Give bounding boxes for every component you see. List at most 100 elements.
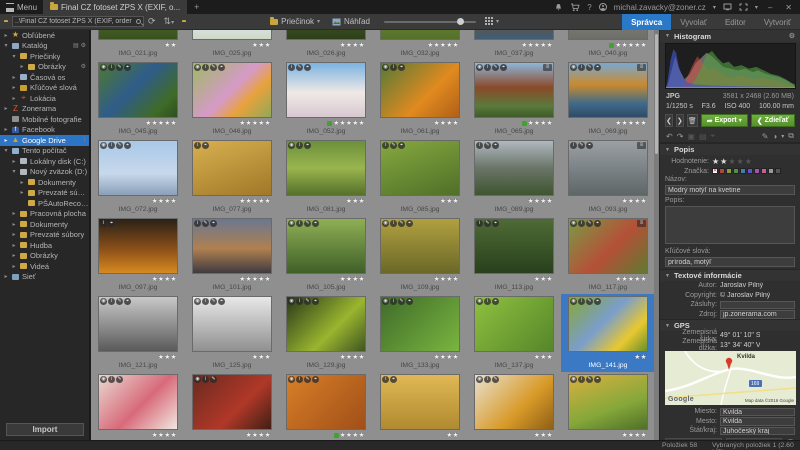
star-rating[interactable]: ★★★★★: [333, 119, 365, 127]
thumbnail-img-093-jpg[interactable]: i✎⌖≡★★★★IMG_093.jpg: [561, 138, 654, 216]
thumbnail-view-chevron-icon[interactable]: ▾: [493, 18, 502, 25]
thumbnail-img-046-jpg[interactable]: ◉i✎⌖★★★★★IMG_046.jpg: [185, 60, 279, 138]
gps-map[interactable]: Kvilda 169 Google Map data ©2016 Google: [665, 351, 796, 405]
path-bar[interactable]: [12, 16, 144, 27]
label-tool-icon[interactable]: ▤: [699, 132, 707, 141]
rating-row[interactable]: ★★★★: [474, 118, 554, 128]
rotate-right-icon[interactable]: ↷: [677, 132, 684, 141]
photo-preview[interactable]: ◉i⌖: [286, 140, 366, 196]
thumbnail-img-026-jpg[interactable]: ★★★★IMG_026.jpg: [279, 30, 373, 60]
star-rating[interactable]: ★★★★: [246, 431, 271, 439]
collapsed-arrow-icon[interactable]: ▸: [11, 231, 17, 238]
user-menu-chevron-icon[interactable]: ▾: [713, 4, 716, 11]
color-swatch[interactable]: [733, 168, 739, 174]
star-rating[interactable]: ★★★★: [434, 275, 459, 283]
rating-row[interactable]: ★★★★★: [192, 274, 272, 284]
star-rating[interactable]: ★★★★: [152, 197, 177, 205]
stack-menu-icon[interactable]: ≡: [637, 64, 646, 71]
rating-row[interactable]: ★★★★: [286, 274, 366, 284]
photo-preview[interactable]: i✎⌖≡: [568, 140, 648, 196]
adjust-chevron-icon[interactable]: ▾: [781, 133, 784, 140]
rating-row[interactable]: ★★★★: [568, 430, 648, 440]
rating-row[interactable]: ★★★: [98, 352, 178, 362]
refresh-icon[interactable]: ⟳: [144, 16, 160, 27]
thumbnail-img-109-jpg[interactable]: ◉i✎⌖★★★★IMG_109.jpg: [373, 216, 467, 294]
thumbnail-img-040-jpg[interactable]: ★★★★★IMG_040.jpg: [561, 30, 654, 60]
photo-preview[interactable]: i✎⌖: [380, 140, 460, 196]
star-rating[interactable]: ★★★★: [434, 119, 459, 127]
star-rating[interactable]: ★★: [446, 431, 459, 439]
photo-preview[interactable]: i⌖: [98, 218, 178, 274]
star-rating[interactable]: ★★★★★: [615, 41, 647, 49]
sidebar-item-nov-zv-zok-d[interactable]: ▾Nový zväzok (D:): [0, 167, 89, 178]
gear-icon[interactable]: ⚙: [789, 32, 795, 40]
thumbnail-img-045-jpg[interactable]: ◉i✎⌖★★★★★IMG_045.jpg: [91, 60, 185, 138]
rating-row[interactable]: ★★★: [286, 196, 366, 206]
quick-edit-icon[interactable]: ✎: [762, 132, 769, 141]
thumbnail-img-133-jpg[interactable]: ◉i✎⌖★★★★IMG_133.jpg: [373, 294, 467, 372]
new-tab-button[interactable]: +: [187, 2, 206, 12]
star-rating[interactable]: ★★★: [440, 197, 459, 205]
photo-preview[interactable]: i✎⌖: [286, 62, 366, 118]
sidebar-item-zonerama[interactable]: ▸ZZonerama: [0, 104, 89, 115]
rating-row[interactable]: ★★★★: [380, 118, 460, 128]
collapsed-arrow-icon[interactable]: ▸: [11, 210, 17, 217]
photo-preview[interactable]: [474, 30, 554, 40]
sidebar-item-hudba[interactable]: ▸Hudba: [0, 240, 89, 251]
photo-preview[interactable]: ◉i✎⌖: [286, 218, 366, 274]
stack-menu-icon[interactable]: ≡: [637, 142, 646, 149]
rating-row[interactable]: ★★★★★: [98, 118, 178, 128]
thumbnail-img-137-jpg[interactable]: ◉i⌖★★★IMG_137.jpg: [467, 294, 561, 372]
sidebar-item-prevzat-s-bory[interactable]: ▸Prevzaté súbory: [0, 188, 89, 199]
rating-row[interactable]: ★★★★★: [192, 196, 272, 206]
thumbnail-img-149-jpg[interactable]: ◉i✎★★★★IMG_149.jpg: [185, 372, 279, 440]
photo-preview[interactable]: i⌖: [380, 374, 460, 430]
description-textarea[interactable]: [665, 206, 795, 244]
main-menu-button[interactable]: Menu: [0, 0, 43, 14]
color-swatch[interactable]: [719, 168, 725, 174]
stack-menu-icon[interactable]: ≡: [637, 220, 646, 227]
trailing-icons[interactable]: ▤⚙: [73, 42, 89, 49]
popis-section-header[interactable]: ▼ Popis: [660, 143, 800, 155]
star-rating[interactable]: ★★: [634, 353, 647, 361]
delete-button[interactable]: 🗑: [687, 114, 698, 127]
star-rating[interactable]: ★★★★: [434, 353, 459, 361]
thumbnail-img-081-jpg[interactable]: ◉i⌖★★★IMG_081.jpg: [279, 138, 373, 216]
star-rating[interactable]: ★★★★★: [615, 275, 647, 283]
photo-preview[interactable]: ◉i✎⌖: [568, 374, 648, 430]
thumbnail-img-085-jpg[interactable]: i✎⌖★★★IMG_085.jpg: [373, 138, 467, 216]
rating-row[interactable]: ★★★★: [98, 196, 178, 206]
expanded-arrow-icon[interactable]: ▾: [3, 42, 9, 49]
thumbnail-img-161-jpg[interactable]: ◉i✎★★★IMG_161.jpg: [467, 372, 561, 440]
sidebar-item-p-autorecover[interactable]: PŠAutoRecover: [0, 198, 89, 209]
color-swatch[interactable]: [747, 168, 753, 174]
thumbnail-img-101-jpg[interactable]: i✎⌖★★★★★IMG_101.jpg: [185, 216, 279, 294]
rating-row[interactable]: ★★★★: [286, 430, 366, 440]
star-rating[interactable]: ★★★★: [152, 431, 177, 439]
star-rating[interactable]: ★★★: [158, 353, 177, 361]
rating-row[interactable]: ★★★★★: [286, 118, 366, 128]
rating-row[interactable]: ★★★: [380, 196, 460, 206]
rating-row[interactable]: ★★: [568, 352, 648, 362]
collapsed-arrow-icon[interactable]: ▸: [19, 189, 25, 196]
thumbnail-img-061-jpg[interactable]: ◉i⌖★★★★IMG_061.jpg: [373, 60, 467, 138]
export-button[interactable]: ➦ Export ▾: [701, 114, 748, 127]
star-rating[interactable]: ★★★★★: [427, 41, 459, 49]
thumbnail-img-065-jpg[interactable]: ◉i✎⌖≡★★★★IMG_065.jpg: [467, 60, 561, 138]
star-rating[interactable]: ★★★★: [622, 197, 647, 205]
photo-preview[interactable]: ◉i✎⌖: [286, 296, 366, 352]
sidebar-item-pracovn-plocha[interactable]: ▸Pracovná plocha: [0, 209, 89, 220]
cart-icon[interactable]: [570, 3, 580, 12]
rating-row[interactable]: ★★★★: [380, 274, 460, 284]
photo-preview[interactable]: i✎⌖: [474, 218, 554, 274]
rating-row[interactable]: ★★★★: [286, 40, 366, 50]
expanded-arrow-icon[interactable]: ▾: [3, 147, 9, 154]
gps-tool-icon[interactable]: ⌖: [711, 131, 716, 141]
rating-row[interactable]: ★★★: [474, 430, 554, 440]
thumbnail-img-121-jpg[interactable]: ◉i✎⌖★★★IMG_121.jpg: [91, 294, 185, 372]
stack-menu-icon[interactable]: ≡: [543, 64, 552, 71]
collapsed-arrow-icon[interactable]: ▸: [11, 74, 17, 81]
sort-icon[interactable]: ⇅▾: [160, 16, 179, 27]
photo-preview[interactable]: [98, 30, 178, 40]
sidebar-item-prie-inky[interactable]: ▾Priečinky: [0, 51, 89, 62]
